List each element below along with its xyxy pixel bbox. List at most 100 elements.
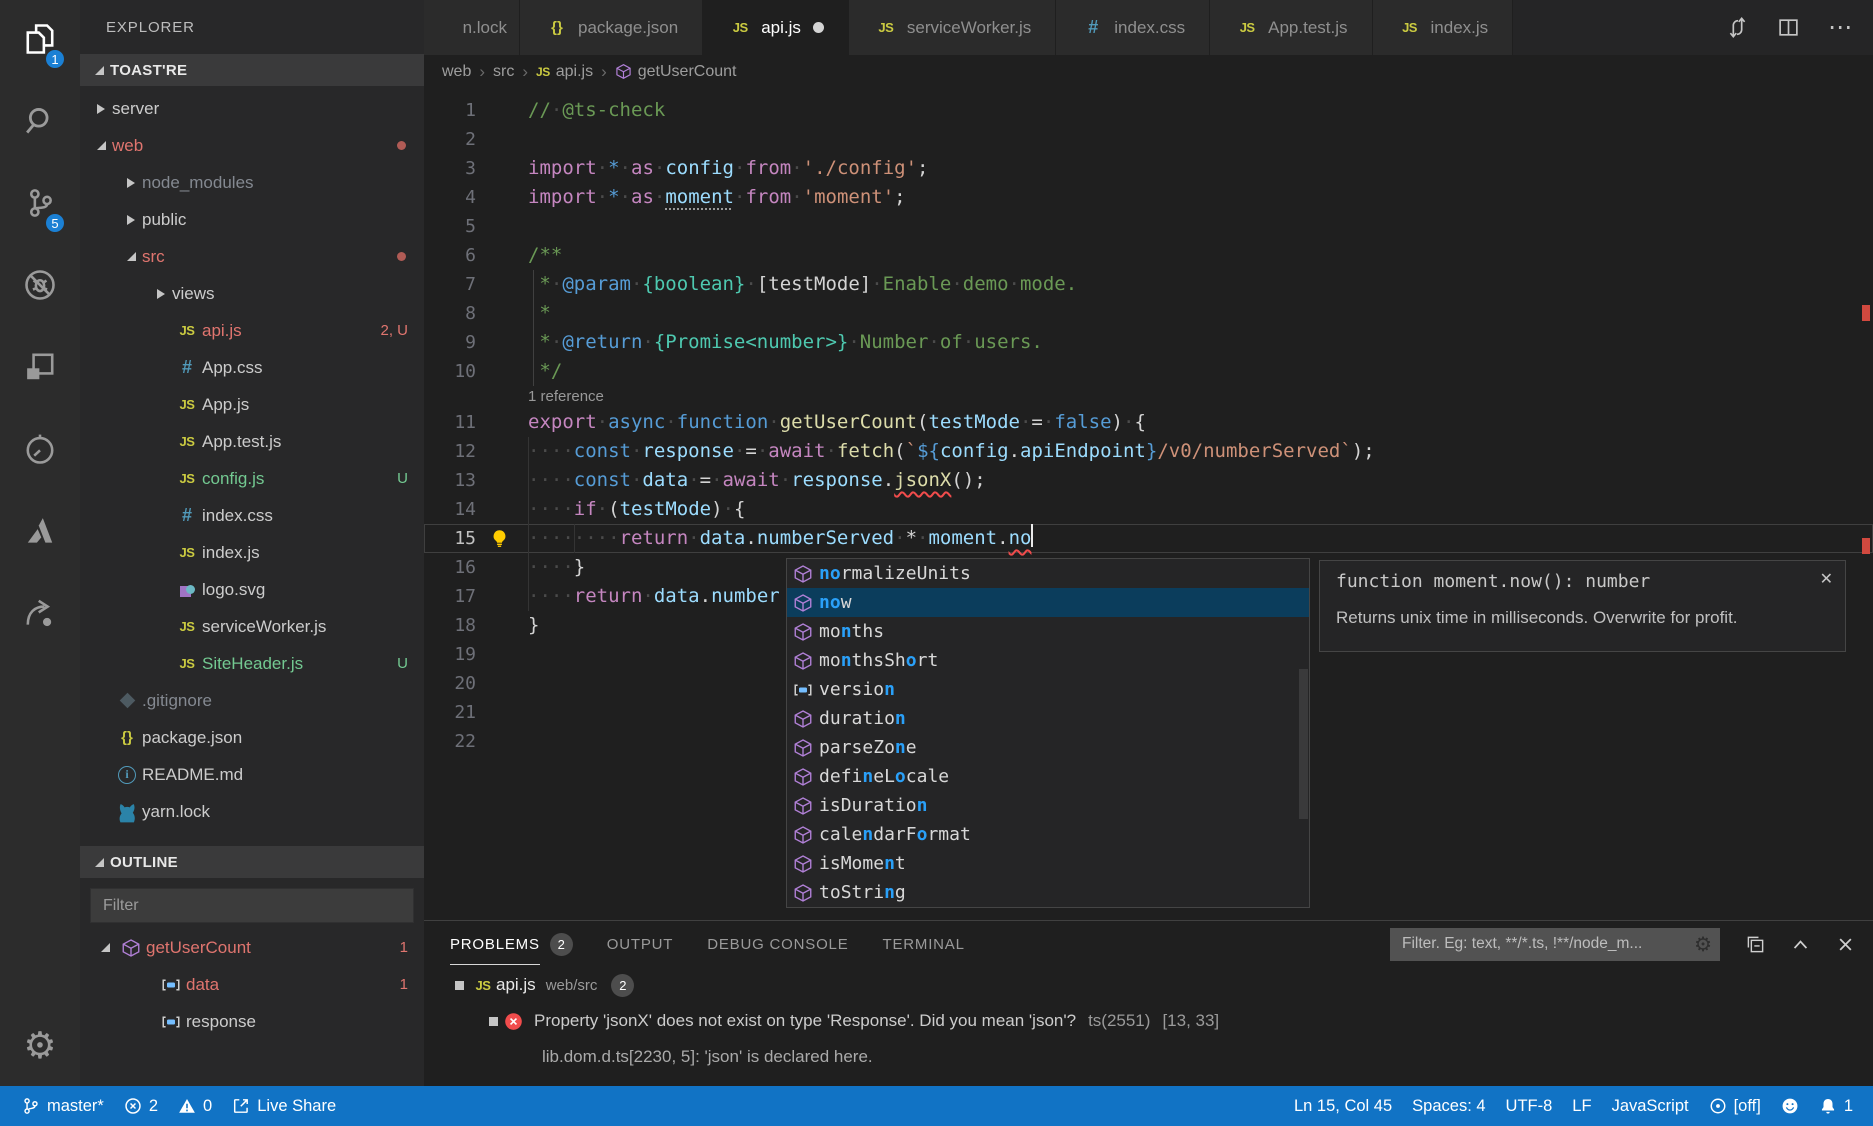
breadcrumb-item-api.js[interactable]: JSapi.js: [536, 63, 593, 81]
code-line-13[interactable]: 13····const·data·=·await·response.jsonX(…: [424, 466, 1873, 495]
status-item-spaces-4[interactable]: Spaces: 4: [1402, 1086, 1495, 1126]
activity-source-control[interactable]: 5: [0, 164, 80, 246]
status-item-1[interactable]: 1: [1809, 1086, 1863, 1126]
settings-gear-icon[interactable]: ⚙: [0, 1018, 80, 1072]
tree-item-index.js[interactable]: JSindex.js: [80, 534, 424, 571]
status-item-live-share[interactable]: Live Share: [222, 1086, 346, 1126]
status-item-ln-15-col-45[interactable]: Ln 15, Col 45: [1284, 1086, 1402, 1126]
twisty-collapsed-icon[interactable]: [150, 289, 172, 299]
activity-azure[interactable]: [0, 492, 80, 574]
code-line-2[interactable]: 2: [424, 125, 1873, 154]
status-item-2[interactable]: 2: [114, 1086, 168, 1126]
tree-item-README.md[interactable]: iREADME.md: [80, 756, 424, 793]
tree-item-index.css[interactable]: #index.css: [80, 497, 424, 534]
activity-clock[interactable]: [0, 410, 80, 492]
twisty-collapsed-icon[interactable]: [120, 178, 142, 188]
panel-tab-debug-console[interactable]: DEBUG CONSOLE: [707, 921, 848, 967]
breadcrumb-item-src[interactable]: src: [493, 63, 514, 81]
twisty-collapsed-icon[interactable]: [120, 215, 142, 225]
more-actions-icon[interactable]: ⋯: [1828, 23, 1853, 33]
tree-item-logo.svg[interactable]: logo.svg: [80, 571, 424, 608]
status-item-master-[interactable]: master*: [12, 1086, 114, 1126]
code-line-14[interactable]: 14····if·(testMode)·{: [424, 495, 1873, 524]
lightbulb-icon[interactable]: [490, 529, 509, 548]
activity-explorer[interactable]: 1: [0, 0, 80, 82]
open-changes-icon[interactable]: [1726, 16, 1749, 39]
close-panel-icon[interactable]: [1836, 935, 1855, 954]
suggest-item-now[interactable]: now: [787, 588, 1309, 617]
tab-serviceWorker.js[interactable]: JSserviceWorker.js: [849, 0, 1056, 55]
suggest-scrollbar[interactable]: [1299, 669, 1308, 819]
tree-item-config.js[interactable]: JSconfig.jsU: [80, 460, 424, 497]
code-line-15[interactable]: 15········return·data.numberServed·*·mom…: [424, 524, 1873, 553]
problem-row[interactable]: lib.dom.d.ts[2230, 5]: 'json' is declare…: [424, 1039, 1873, 1075]
tree-item-serviceWorker.js[interactable]: JSserviceWorker.js: [80, 608, 424, 645]
suggest-item-toString[interactable]: toString: [787, 878, 1309, 907]
codelens-references[interactable]: 1 reference: [424, 386, 1873, 408]
suggest-item-version[interactable]: version: [787, 675, 1309, 704]
tab-index.js[interactable]: JSindex.js: [1373, 0, 1514, 55]
tree-item-src[interactable]: src: [80, 238, 424, 275]
activity-window[interactable]: [0, 328, 80, 410]
maximize-panel-icon[interactable]: [1791, 935, 1810, 954]
suggest-item-calendarFormat[interactable]: calendarFormat: [787, 820, 1309, 849]
close-icon[interactable]: ✕: [1820, 569, 1833, 589]
tree-item-api.js[interactable]: JSapi.js2, U: [80, 312, 424, 349]
outline-filter-input[interactable]: Filter: [90, 888, 414, 923]
split-editor-icon[interactable]: [1777, 16, 1800, 39]
tree-item-.gitignore[interactable]: .gitignore: [80, 682, 424, 719]
suggest-item-duration[interactable]: duration: [787, 704, 1309, 733]
code-line-10[interactable]: 10 */: [424, 357, 1873, 386]
activity-debug[interactable]: [0, 246, 80, 328]
tree-item-views[interactable]: views: [80, 275, 424, 312]
code-line-6[interactable]: 6/**: [424, 241, 1873, 270]
tab-n.lock[interactable]: n.lock: [424, 0, 520, 55]
tab-api.js[interactable]: JSapi.js: [703, 0, 849, 55]
breadcrumb-item-getUserCount[interactable]: getUserCount: [615, 63, 737, 81]
suggest-item-monthsShort[interactable]: monthsShort: [787, 646, 1309, 675]
status-item-lf[interactable]: LF: [1562, 1086, 1601, 1126]
twisty-collapsed-icon[interactable]: [90, 104, 112, 114]
suggest-item-isDuration[interactable]: isDuration: [787, 791, 1309, 820]
tree-item-yarn.lock[interactable]: yarn.lock: [80, 793, 424, 830]
suggest-item-months[interactable]: months: [787, 617, 1309, 646]
code-line-1[interactable]: 1//·@ts-check: [424, 96, 1873, 125]
tree-item-App.css[interactable]: #App.css: [80, 349, 424, 386]
status-item-0[interactable]: 0: [168, 1086, 222, 1126]
code-line-9[interactable]: 9 *·@return·{Promise<number>}·Number·of·…: [424, 328, 1873, 357]
status-item-utf-8[interactable]: UTF-8: [1496, 1086, 1563, 1126]
status-item-smiley[interactable]: [1771, 1086, 1809, 1126]
code-line-4[interactable]: 4import·*·as·moment·from·'moment';: [424, 183, 1873, 212]
twisty-expanded-icon[interactable]: [120, 252, 142, 261]
collapse-all-icon[interactable]: [1746, 935, 1765, 954]
section-header-outline[interactable]: OUTLINE: [80, 846, 424, 878]
activity-search[interactable]: [0, 82, 80, 164]
suggest-item-parseZone[interactable]: parseZone: [787, 733, 1309, 762]
suggest-item-defineLocale[interactable]: defineLocale: [787, 762, 1309, 791]
tree-item-App.js[interactable]: JSApp.js: [80, 386, 424, 423]
activity-live-share[interactable]: [0, 574, 80, 656]
editor[interactable]: 1//·@ts-check23import·*·as·config·from·'…: [424, 88, 1873, 920]
panel-tab-problems[interactable]: PROBLEMS2: [450, 921, 573, 967]
code-line-8[interactable]: 8 *: [424, 299, 1873, 328]
outline-item-response[interactable]: response: [80, 1003, 424, 1040]
twisty-expanded-icon[interactable]: [448, 981, 470, 990]
outline-item-getUserCount[interactable]: getUserCount1: [80, 929, 424, 966]
problems-filter-input[interactable]: Filter. Eg: text, **/*.ts, !**/node_m...…: [1390, 928, 1720, 961]
panel-tab-output[interactable]: OUTPUT: [607, 921, 673, 967]
suggest-item-normalizeUnits[interactable]: normalizeUnits: [787, 559, 1309, 588]
twisty-expanded-icon[interactable]: [94, 943, 116, 952]
problem-row[interactable]: Property 'jsonX' does not exist on type …: [424, 1003, 1873, 1039]
code-line-3[interactable]: 3import·*·as·config·from·'./config';: [424, 154, 1873, 183]
tab-index.css[interactable]: #index.css: [1056, 0, 1210, 55]
tree-item-server[interactable]: server: [80, 90, 424, 127]
problem-row[interactable]: JSapi.jsweb/src2: [424, 967, 1873, 1003]
tree-item-App.test.js[interactable]: JSApp.test.js: [80, 423, 424, 460]
tree-item-package.json[interactable]: {}package.json: [80, 719, 424, 756]
tree-item-public[interactable]: public: [80, 201, 424, 238]
outline-item-data[interactable]: data1: [80, 966, 424, 1003]
code-line-5[interactable]: 5: [424, 212, 1873, 241]
tree-item-SiteHeader.js[interactable]: JSSiteHeader.jsU: [80, 645, 424, 682]
tab-App.test.js[interactable]: JSApp.test.js: [1210, 0, 1372, 55]
tree-item-node_modules[interactable]: node_modules: [80, 164, 424, 201]
